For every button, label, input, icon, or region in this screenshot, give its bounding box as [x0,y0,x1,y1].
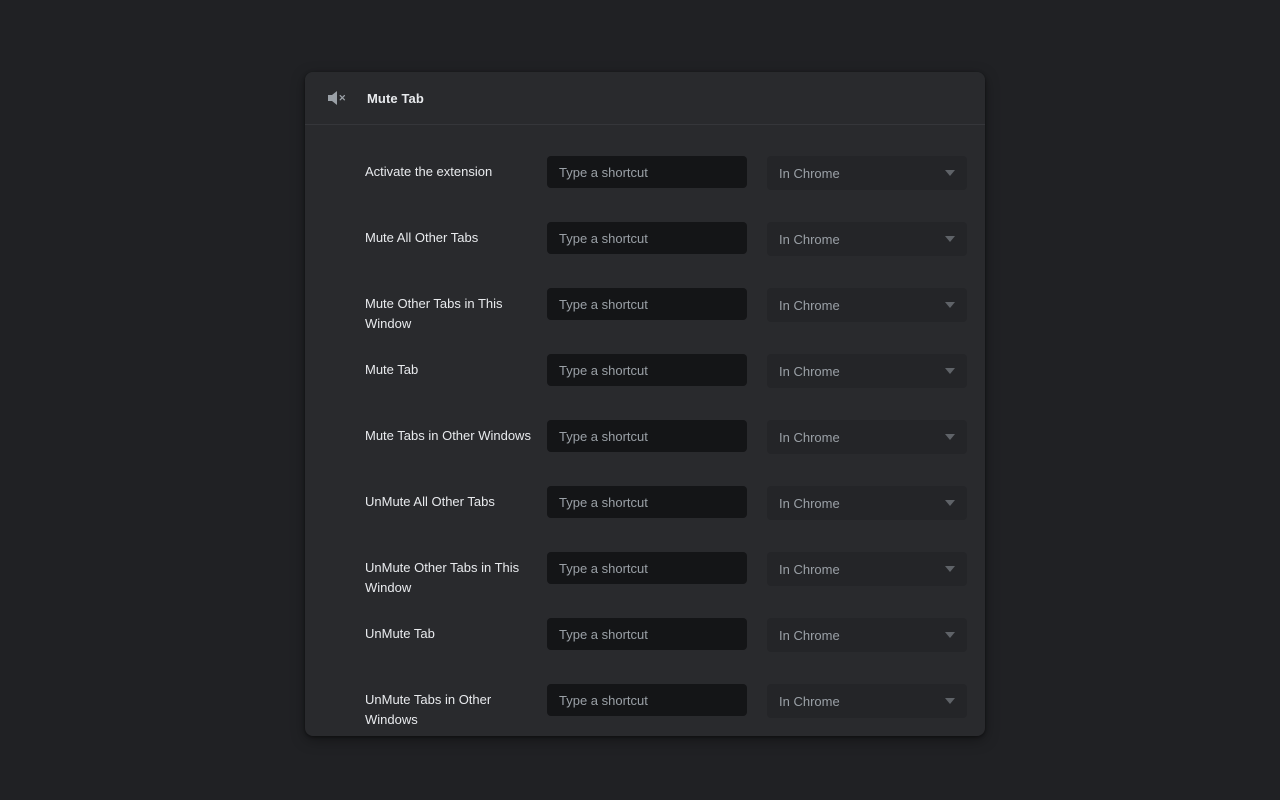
chevron-down-icon [945,236,955,242]
shortcut-scope-select[interactable]: In Chrome [767,486,967,520]
shortcut-command-label: UnMute Other Tabs in This Window [365,541,547,598]
shortcut-row: Mute Tabs in Other Windows In Chrome [305,409,985,475]
shortcut-input[interactable] [547,552,747,584]
shortcut-input[interactable] [547,618,747,650]
shortcut-input[interactable] [547,486,747,518]
shortcut-command-label: UnMute All Other Tabs [365,475,547,512]
shortcut-scope-value: In Chrome [779,232,945,247]
shortcut-input[interactable] [547,156,747,188]
chevron-down-icon [945,434,955,440]
shortcut-scope-select[interactable]: In Chrome [767,354,967,388]
shortcut-command-label: UnMute Tab [365,607,547,644]
shortcut-scope-select[interactable]: In Chrome [767,420,967,454]
extension-shortcuts-card: Mute Tab Activate the extension In Chrom… [305,72,985,736]
shortcut-rows: Activate the extension In Chrome Mute Al… [305,125,985,736]
shortcut-scope-value: In Chrome [779,364,945,379]
shortcut-row: Mute Other Tabs in This Window In Chrome [305,277,985,343]
shortcut-input[interactable] [547,354,747,386]
chevron-down-icon [945,698,955,704]
shortcut-input[interactable] [547,420,747,452]
page-root: Mute Tab Activate the extension In Chrom… [0,0,1280,800]
shortcut-scope-select[interactable]: In Chrome [767,552,967,586]
card-header: Mute Tab [305,72,985,125]
chevron-down-icon [945,500,955,506]
shortcut-scope-value: In Chrome [779,694,945,709]
chevron-down-icon [945,302,955,308]
chevron-down-icon [945,368,955,374]
shortcut-scope-select[interactable]: In Chrome [767,222,967,256]
shortcut-command-label: Mute Tab [365,343,547,380]
mute-speaker-icon [325,86,349,110]
shortcut-scope-value: In Chrome [779,298,945,313]
shortcut-row: Activate the extension In Chrome [305,145,985,211]
shortcut-command-label: Mute Other Tabs in This Window [365,277,547,334]
shortcut-scope-value: In Chrome [779,562,945,577]
shortcut-input[interactable] [547,222,747,254]
shortcut-row: UnMute Tab In Chrome [305,607,985,673]
shortcut-row: UnMute Tabs in Other Windows In Chrome [305,673,985,736]
chevron-down-icon [945,566,955,572]
shortcut-command-label: UnMute Tabs in Other Windows [365,673,547,730]
shortcut-scope-value: In Chrome [779,628,945,643]
shortcut-scope-value: In Chrome [779,496,945,511]
shortcut-input[interactable] [547,684,747,716]
shortcut-row: UnMute Other Tabs in This Window In Chro… [305,541,985,607]
shortcut-input[interactable] [547,288,747,320]
shortcut-command-label: Mute Tabs in Other Windows [365,409,547,446]
chevron-down-icon [945,170,955,176]
extension-title: Mute Tab [367,91,424,106]
shortcut-command-label: Mute All Other Tabs [365,211,547,248]
shortcut-scope-value: In Chrome [779,166,945,181]
shortcut-scope-select[interactable]: In Chrome [767,156,967,190]
shortcut-scope-select[interactable]: In Chrome [767,288,967,322]
shortcut-row: UnMute All Other Tabs In Chrome [305,475,985,541]
shortcut-row: Mute All Other Tabs In Chrome [305,211,985,277]
shortcut-scope-select[interactable]: In Chrome [767,618,967,652]
shortcut-command-label: Activate the extension [365,145,547,182]
shortcut-row: Mute Tab In Chrome [305,343,985,409]
shortcut-scope-select[interactable]: In Chrome [767,684,967,718]
chevron-down-icon [945,632,955,638]
shortcut-scope-value: In Chrome [779,430,945,445]
